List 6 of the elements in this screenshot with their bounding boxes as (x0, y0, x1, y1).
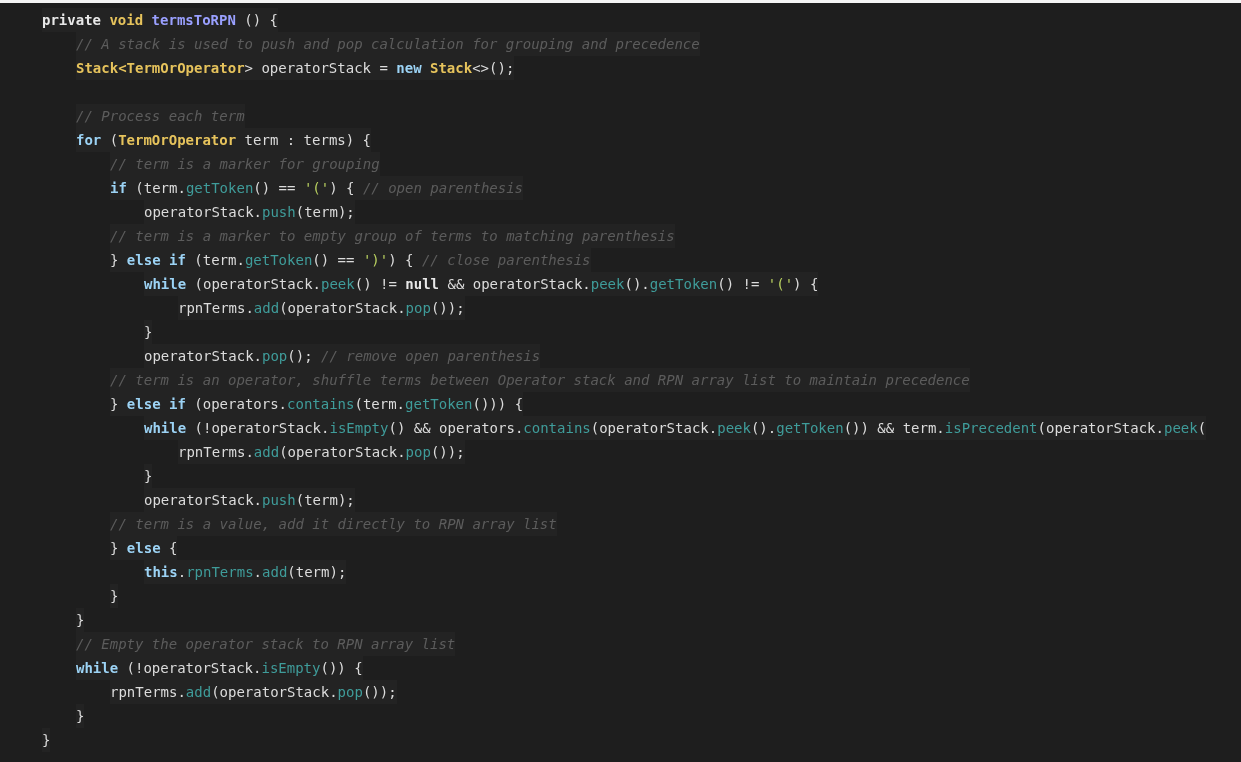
code-comment: // term is a marker to empty group of terms to matching parenthesis (110, 224, 677, 248)
code-comment: // A stack is used to push and pop calculation for grouping and precedence (76, 32, 702, 56)
code-comment: // term is an operator, shuffle terms between Operator stack and RPN array list to maintain precedence (110, 368, 972, 392)
code-comment: // term is a marker for grouping (110, 152, 382, 176)
code-comment: // Empty the operator stack to RPN array list (76, 632, 458, 656)
code-comment: // term is a value, add it directly to RPN array list (110, 512, 559, 536)
